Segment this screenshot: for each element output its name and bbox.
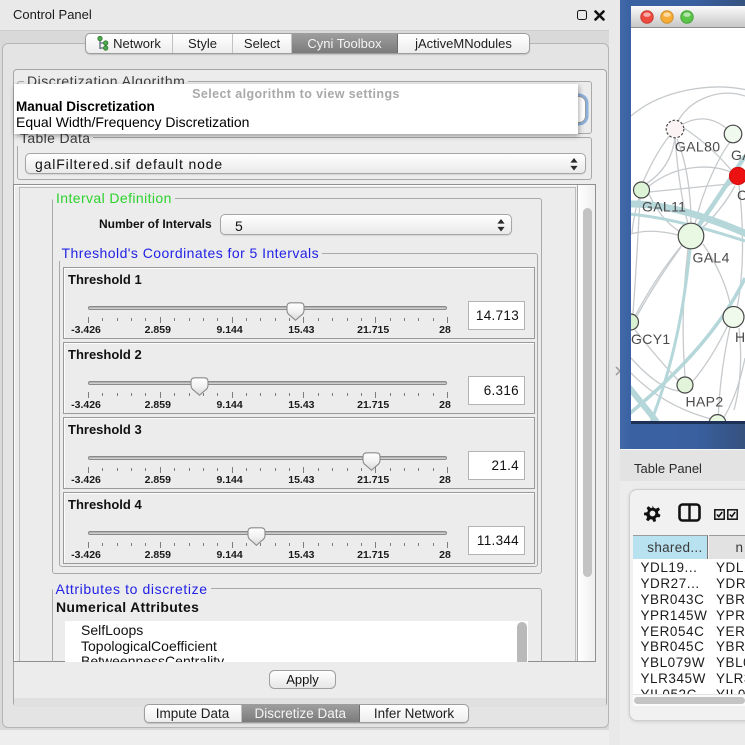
svg-text:HAP2: HAP2 bbox=[686, 394, 724, 410]
svg-text:GAL: GAL bbox=[731, 147, 745, 163]
svg-text:GAL80: GAL80 bbox=[675, 139, 720, 155]
svg-text:C: C bbox=[737, 187, 745, 203]
svg-text:H: H bbox=[735, 329, 745, 345]
svg-text:GAL4: GAL4 bbox=[693, 250, 730, 266]
svg-text:GAL11: GAL11 bbox=[642, 199, 686, 215]
svg-text:GCY1: GCY1 bbox=[631, 331, 671, 347]
